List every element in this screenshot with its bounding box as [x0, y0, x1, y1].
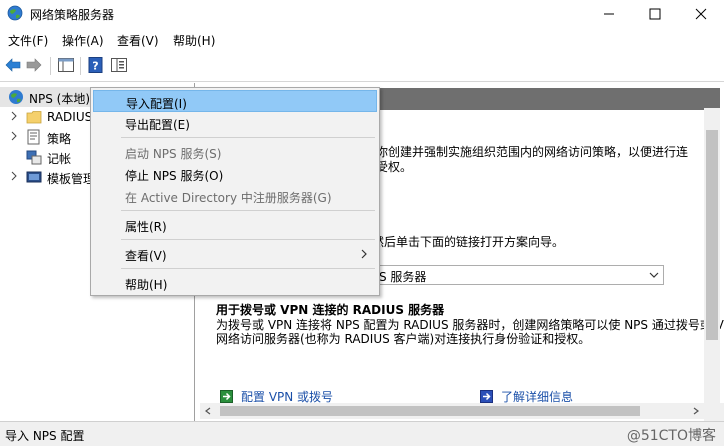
- properties-icon: [111, 58, 127, 72]
- chevron-down-icon: [649, 272, 659, 278]
- instruction-text: 然后单击下面的链接打开方案向导。: [372, 235, 565, 249]
- show-hide-console-tree-button[interactable]: [57, 56, 75, 74]
- intro-text-line2: 受权。: [376, 160, 413, 174]
- menu-item-label: 导入配置(I): [126, 97, 187, 111]
- chevron-right-icon: [361, 249, 367, 259]
- tree-item-label: RADIUS: [47, 110, 93, 124]
- help-button[interactable]: ?: [87, 56, 105, 74]
- menu-file[interactable]: 文件(F): [8, 32, 48, 49]
- chevron-left-icon[interactable]: [204, 407, 212, 415]
- status-bar: 导入 NPS 配置 @51CTO博客: [0, 421, 724, 446]
- forward-button[interactable]: [25, 56, 43, 74]
- context-menu: 导入配置(I) 导出配置(E) 启动 NPS 服务(S) 停止 NPS 服务(O…: [90, 87, 380, 296]
- menu-separator: [121, 239, 375, 240]
- back-arrow-icon: [5, 58, 21, 72]
- vertical-scrollbar[interactable]: [704, 108, 720, 403]
- templates-icon: [26, 171, 42, 183]
- menu-item-label: 启动 NPS 服务(S): [125, 147, 222, 161]
- horizontal-scrollbar[interactable]: [200, 403, 704, 419]
- menu-item-register-ad[interactable]: 在 Active Directory 中注册服务器(G): [93, 185, 377, 207]
- tree-item-label: 模板管理: [47, 172, 96, 186]
- policy-document-icon: [27, 129, 40, 145]
- tree-item-label: 记帐: [47, 152, 72, 166]
- minimize-button[interactable]: [586, 0, 632, 28]
- toolbar-separator: [80, 57, 81, 75]
- menu-item-export-config[interactable]: 导出配置(E): [93, 112, 377, 134]
- forward-arrow-icon: [26, 58, 42, 72]
- menu-separator: [121, 137, 375, 138]
- properties-button[interactable]: [110, 56, 128, 74]
- scenario-select[interactable]: S 服务器: [372, 265, 664, 285]
- scrollbar-corner: [704, 403, 724, 421]
- chevron-right-icon: [11, 111, 17, 121]
- menu-view[interactable]: 查看(V): [117, 32, 159, 49]
- folder-icon: [26, 111, 42, 124]
- menu-item-import-config[interactable]: 导入配置(I): [93, 90, 377, 112]
- toolbar-separator: [50, 57, 51, 75]
- help-icon: ?: [88, 57, 103, 73]
- menu-separator: [121, 210, 375, 211]
- menu-item-stop-nps[interactable]: 停止 NPS 服务(O): [93, 163, 377, 185]
- horizontal-scroll-thumb[interactable]: [220, 406, 640, 416]
- menu-item-label: 导出配置(E): [125, 118, 190, 132]
- menu-item-label: 属性(R): [125, 220, 167, 234]
- maximize-button[interactable]: [632, 0, 678, 28]
- green-arrow-icon: [220, 390, 233, 403]
- menu-separator: [121, 268, 375, 269]
- console-tree-icon: [58, 58, 74, 72]
- section-description-line2: 网络访问服务器(也称为 RADIUS 客户端)对连接执行身份验证和授权。: [216, 332, 591, 346]
- back-button[interactable]: [4, 56, 22, 74]
- menu-action[interactable]: 操作(A): [62, 32, 104, 49]
- maximize-icon: [649, 8, 661, 20]
- title-bar: 网络策略服务器: [0, 0, 724, 28]
- status-text: 导入 NPS 配置: [5, 429, 85, 443]
- menu-item-properties[interactable]: 属性(R): [93, 214, 377, 236]
- menu-item-label: 查看(V): [125, 249, 167, 263]
- menu-item-label: 帮助(H): [125, 278, 168, 292]
- globe-icon: [9, 90, 23, 104]
- minimize-icon: [604, 13, 614, 15]
- chevron-right-icon: [11, 131, 17, 141]
- close-button[interactable]: [678, 0, 724, 28]
- svg-text:?: ?: [92, 60, 98, 73]
- intro-text-line1: 你创建并强制实施组织范围内的网络访问策略，以便进行连: [376, 145, 689, 159]
- chevron-right-icon[interactable]: [692, 407, 700, 415]
- tree-item-label: NPS (本地): [29, 92, 91, 106]
- accounting-icon: [26, 150, 42, 165]
- vertical-scroll-thumb[interactable]: [706, 130, 718, 340]
- scenario-select-value: S 服务器: [379, 270, 427, 284]
- window-title: 网络策略服务器: [30, 8, 115, 22]
- chevron-right-icon: [11, 171, 17, 181]
- menu-help[interactable]: 帮助(H): [173, 32, 215, 49]
- menu-item-start-nps[interactable]: 启动 NPS 服务(S): [93, 141, 377, 163]
- blue-arrow-icon: [480, 390, 493, 403]
- globe-icon: [7, 5, 23, 21]
- toolbar: ?: [0, 50, 724, 82]
- menu-item-help[interactable]: 帮助(H): [93, 272, 377, 294]
- watermark: @51CTO博客: [626, 428, 716, 444]
- menu-item-label: 停止 NPS 服务(O): [125, 169, 224, 183]
- close-icon: [695, 8, 707, 20]
- tree-item-label: 策略: [47, 132, 72, 146]
- menu-item-view[interactable]: 查看(V): [93, 243, 377, 265]
- menu-bar: 文件(F) 操作(A) 查看(V) 帮助(H): [0, 28, 724, 50]
- menu-item-label: 在 Active Directory 中注册服务器(G): [125, 191, 332, 205]
